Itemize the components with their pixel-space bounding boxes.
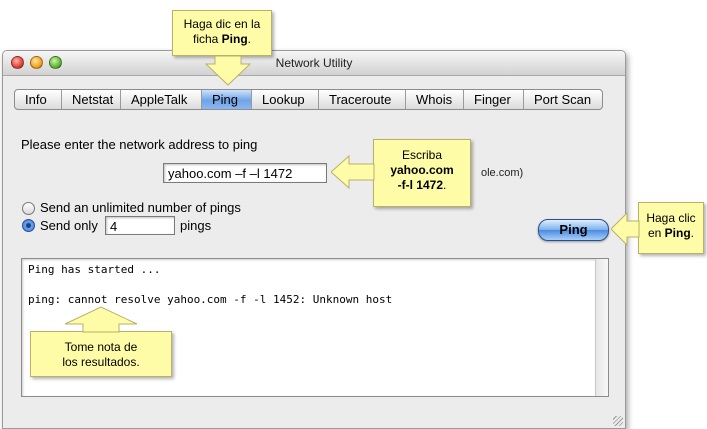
output-scrollbar[interactable] [595,259,608,396]
tab-traceroute[interactable]: Traceroute [319,90,406,109]
callout-button-period: . [690,226,695,240]
callout-button-arrow-icon [611,212,640,246]
callout-tab-bold: Ping [221,32,248,46]
callout-tab-line2: ficha Ping. [173,32,271,47]
tab-appletalk[interactable]: AppleTalk [121,90,202,109]
unlimited-pings-label: Send an unlimited number of pings [40,200,241,215]
tab-lookup[interactable]: Lookup [252,90,319,109]
tab-info[interactable]: Info [15,90,62,109]
pings-suffix-label: pings [180,218,212,233]
send-only-radio[interactable] [22,219,35,232]
callout-button-bold: Ping [664,226,691,240]
callout-results-line2: los resultados. [62,355,140,369]
callout-type-bold2: -f-l 1472 [397,178,443,192]
callout-type-arrow-icon [331,155,375,189]
window-title: Network Utility [275,56,353,70]
send-only-label: Send only [40,218,98,233]
unlimited-pings-radio[interactable] [22,202,35,215]
output-line: ping: cannot resolve yahoo.com -f -l 145… [28,293,393,306]
network-address-input[interactable]: yahoo.com –f –l 1472 [163,163,327,183]
callout-tab-text: ficha [192,32,222,46]
callout-click-ping: Haga clic en Ping. [638,202,704,254]
address-prompt: Please enter the network address to ping [21,137,258,152]
address-example-hint: ole.com) [481,167,524,179]
callout-tab-period: . [247,32,252,46]
ping-count-input[interactable]: 4 [105,216,175,235]
callout-type-address: Escriba yahoo.com -f-l 1472. [373,139,471,207]
callout-click-tab: Haga dic en la ficha Ping. [172,10,272,56]
callout-type-line2: yahoo.com [374,163,470,178]
callout-button-line1: Haga clic [646,211,696,225]
callout-note-results: Tome nota de los resultados. [30,331,172,377]
tab-netstat[interactable]: Netstat [62,90,121,109]
callout-type-period: . [443,178,447,192]
callout-tab-arrow-icon [205,56,251,86]
callout-results-arrow-icon [64,306,138,333]
callout-tab-line1: Haga dic en la [183,17,261,31]
callout-type-line3: -f-l 1472. [374,178,470,193]
tab-port-scan[interactable]: Port Scan [524,90,602,109]
tab-bar: Info Netstat AppleTalk Ping Lookup Trace… [14,89,603,110]
ping-button[interactable]: Ping [538,219,609,241]
callout-type-bold1: yahoo.com [390,163,454,177]
tab-whois[interactable]: Whois [406,90,464,109]
output-line: Ping has started ... [28,263,161,276]
title-bar[interactable]: Network Utility [3,51,625,76]
tab-finger[interactable]: Finger [464,90,524,109]
callout-button-line2: en Ping. [639,226,703,241]
tab-ping[interactable]: Ping [202,90,252,109]
callout-button-text: en [647,226,665,240]
callout-results-line1: Tome nota de [64,340,138,354]
resize-grip-icon[interactable] [613,416,623,426]
callout-type-line1: Escriba [401,148,442,162]
